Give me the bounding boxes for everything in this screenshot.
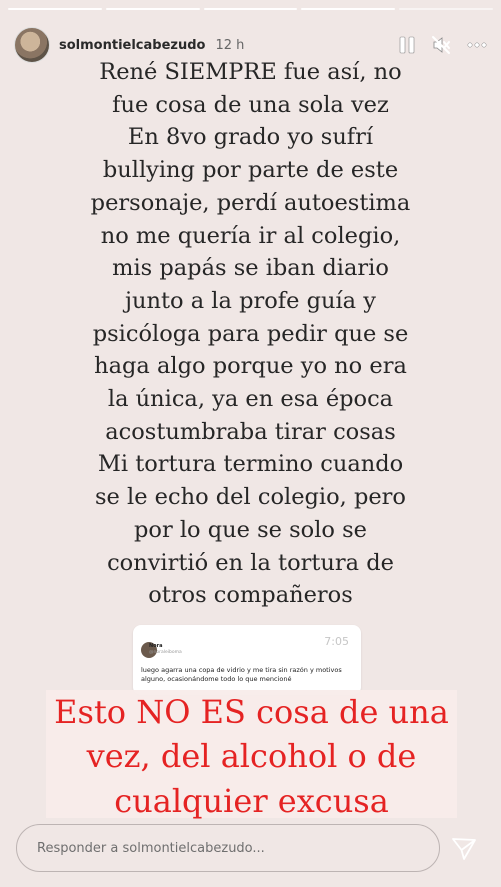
reply-input[interactable]: Responder a solmontielcabezudo...	[16, 824, 440, 872]
story-line: junto a la profe guía y	[125, 287, 376, 314]
tweet-screenshot: Nora @noraleiboma 7:05 luego agarra una …	[133, 625, 361, 695]
tweet-body: luego agarra una copa de vidrio y me tir…	[141, 666, 342, 683]
story-line: personaje, perdí autoestima	[90, 189, 411, 216]
story-line: por lo que se solo se	[134, 516, 367, 543]
story-line: la única, ya en esa época	[107, 386, 394, 413]
story-line: René SIEMPRE fue así, no	[99, 59, 402, 85]
progress-segment	[105, 8, 200, 10]
post-time: 12 h	[215, 37, 245, 53]
story-line: psicóloga para pedir que se	[92, 320, 409, 347]
mute-icon[interactable]	[431, 35, 451, 55]
story-line: mis papás se iban diario	[112, 255, 389, 282]
pause-icon[interactable]	[399, 36, 415, 54]
highlight-line: Esto NO ES cosa de una	[54, 693, 449, 731]
tweet-author-name: Nora	[149, 643, 163, 649]
highlight-line: vez, del alcohol o de	[86, 737, 417, 776]
highlight-line: cualquier excusa	[114, 781, 389, 820]
story-line: bullying por parte de este	[102, 157, 399, 184]
highlight-text: Esto NO ES cosa de una vez, del alcohol …	[46, 690, 457, 823]
story-line: En 8vo grado yo sufrí	[127, 124, 374, 151]
story-line: acostumbraba tirar cosas	[105, 418, 396, 445]
tweet-author-handle: @noraleiboma	[149, 650, 182, 655]
story-line: Mi tortura termino cuando	[97, 451, 404, 478]
username[interactable]: solmontielcabezudo	[59, 38, 205, 53]
story-progress-bar	[8, 8, 493, 10]
story-line: fue cosa de una sola vez	[112, 91, 389, 118]
story-line: haga algo porque yo no era	[94, 353, 407, 380]
tweet-time: 7:05	[324, 635, 349, 648]
story-text: René SIEMPRE fue así, no fue cosa de una…	[40, 56, 461, 612]
story-line: otros compañeros	[148, 582, 353, 609]
more-options-icon[interactable]	[467, 42, 487, 48]
progress-segment	[203, 8, 298, 10]
story-line: se le echo del colegio, pero	[95, 484, 406, 511]
story-line: convirtió en la tortura de	[107, 549, 394, 576]
progress-segment	[8, 8, 102, 10]
story-line: no me quería ir al colegio,	[100, 222, 401, 249]
progress-segment	[301, 8, 396, 10]
send-icon[interactable]	[450, 835, 478, 863]
progress-segment	[399, 8, 493, 10]
